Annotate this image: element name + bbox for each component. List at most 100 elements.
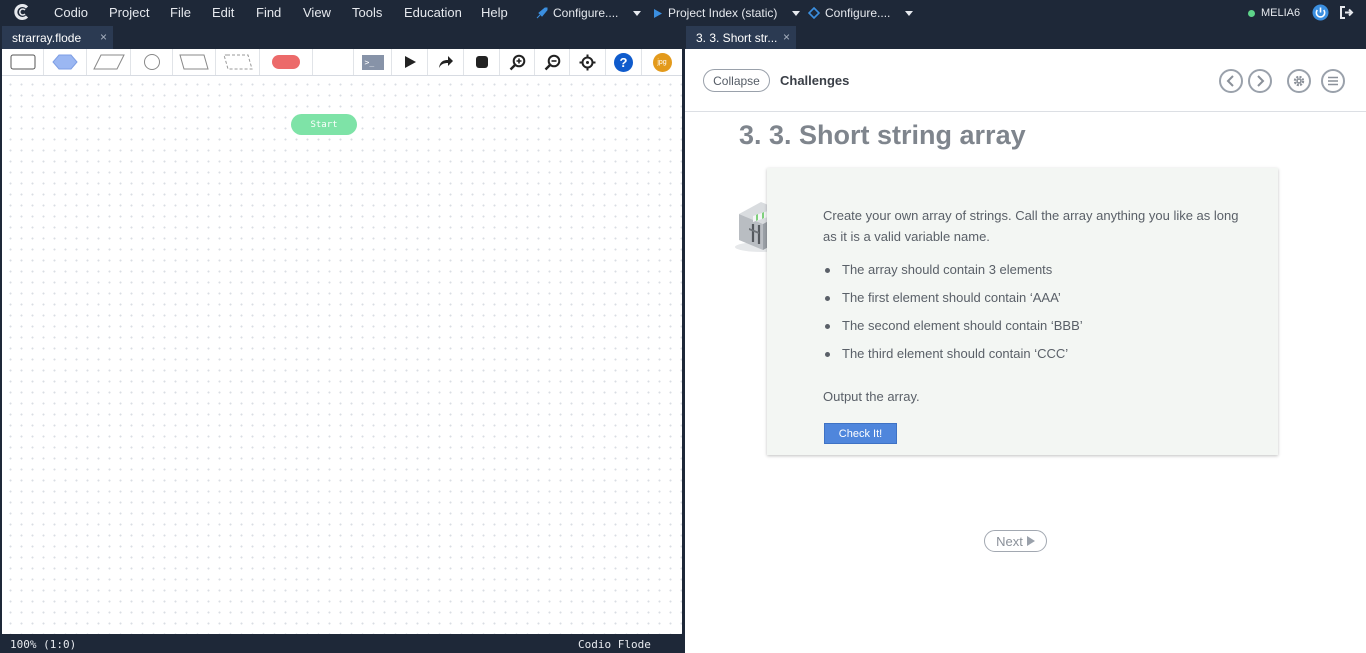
guide-tab-bar: 3. 3. Short str... × [685, 26, 1366, 49]
codio-logo-icon[interactable] [14, 4, 30, 20]
next-button[interactable]: Next [984, 530, 1047, 552]
tab-short-string-array[interactable]: 3. 3. Short str... × [686, 26, 796, 49]
username: MELIA6 [1261, 7, 1301, 19]
project-index-dropdown[interactable]: Project Index (static) [653, 6, 801, 20]
step-icon [438, 56, 453, 68]
next-label: Next [996, 533, 1023, 549]
collapse-button[interactable]: Collapse [703, 69, 770, 92]
challenge-intro: Create your own array of strings. Call t… [823, 208, 1239, 244]
rectangle-shape-icon [10, 54, 35, 70]
check-it-button[interactable]: Check It! [824, 423, 897, 444]
list-item: The array should contain 3 elements [825, 261, 1083, 289]
parallelogram-shape-icon [92, 54, 125, 70]
menu-file[interactable]: File [170, 5, 191, 20]
close-icon[interactable]: × [783, 30, 790, 44]
logout-icon[interactable] [1339, 5, 1354, 20]
stop-icon [475, 56, 488, 68]
configure-run-label: Configure.... [553, 6, 619, 20]
dashed-shape-button[interactable] [216, 49, 260, 75]
help-glyph: ? [619, 54, 628, 70]
stop-button[interactable] [464, 49, 500, 75]
trapezoid-shape-button[interactable] [173, 49, 216, 75]
zoom-status: 100% (1:0) [10, 638, 77, 651]
chevron-right-icon [1257, 75, 1265, 87]
page-title: 3. 3. Short string array [739, 120, 1026, 150]
menu-view[interactable]: View [303, 5, 331, 20]
terminal-shape-icon [272, 55, 300, 69]
play-icon [654, 8, 662, 18]
chevron-down-icon [633, 10, 642, 16]
project-index-label: Project Index (static) [668, 6, 778, 20]
menu-help[interactable]: Help [481, 5, 508, 20]
next-page-button[interactable] [1248, 69, 1272, 93]
configure-preview-label: Configure.... [825, 6, 891, 20]
run-button[interactable] [392, 49, 428, 75]
close-icon[interactable]: × [100, 30, 107, 44]
run-icon [404, 56, 416, 68]
editor-tab-bar: strarray.flode × [0, 26, 683, 49]
console-button[interactable]: >_ [353, 49, 392, 75]
terminal-shape-button[interactable] [260, 49, 313, 75]
flode-toolbar: >_ ? jpg [2, 49, 682, 76]
zoom-in-button[interactable] [500, 49, 535, 75]
jpg-label: jpg [657, 58, 667, 66]
export-jpg-icon: jpg [652, 52, 672, 72]
tab-strarray-flode[interactable]: strarray.flode × [2, 26, 113, 49]
help-button[interactable]: ? [606, 49, 642, 75]
guide-header: Collapse Challenges [685, 49, 1366, 112]
menu-education[interactable]: Education [404, 5, 462, 20]
zoom-out-button[interactable] [535, 49, 570, 75]
circle-shape-icon [143, 54, 160, 70]
flode-editor-pane: strarray.flode × >_ ? jpg Start 100% (1:… [0, 26, 683, 653]
center-icon [579, 54, 596, 70]
settings-button[interactable] [1287, 69, 1311, 93]
menu-project[interactable]: Project [109, 5, 149, 20]
menu-codio[interactable]: Codio [54, 5, 88, 20]
center-view-button[interactable] [570, 49, 606, 75]
circle-shape-button[interactable] [131, 49, 173, 75]
menu-tools[interactable]: Tools [352, 5, 382, 20]
flode-canvas[interactable]: Start [2, 76, 682, 634]
console-icon: >_ [361, 54, 384, 70]
parallelogram-shape-button[interactable] [87, 49, 131, 75]
export-jpg-button[interactable]: jpg [642, 49, 682, 75]
configure-preview-dropdown[interactable]: Configure.... [808, 6, 914, 20]
start-node[interactable]: Start [291, 114, 357, 135]
zoom-out-icon [544, 54, 560, 70]
tab-label: strarray.flode [12, 30, 82, 45]
chevron-left-icon [1226, 75, 1234, 87]
menu-find[interactable]: Find [256, 5, 281, 20]
list-item: The third element should contain ‘CCC’ [825, 345, 1083, 373]
decision-shape-icon [52, 54, 78, 70]
menu-button[interactable] [1321, 69, 1345, 93]
user-status[interactable]: MELIA6 [1248, 7, 1300, 19]
tab-label: 3. 3. Short str... [696, 30, 778, 45]
list-item: The second element should contain ‘BBB’ [825, 317, 1083, 345]
console-glyph: >_ [364, 57, 375, 67]
play-icon [1026, 536, 1035, 546]
power-icon[interactable] [1312, 4, 1329, 21]
prev-page-button[interactable] [1219, 69, 1243, 93]
configure-run-dropdown[interactable]: Configure.... [535, 6, 642, 20]
hamburger-icon [1328, 76, 1338, 86]
editor-status-bar: 100% (1:0) Codio Flode [0, 635, 683, 653]
zoom-in-icon [509, 54, 525, 70]
list-item: The first element should contain ‘AAA’ [825, 289, 1083, 317]
menu-edit[interactable]: Edit [212, 5, 234, 20]
chevron-down-icon [905, 10, 914, 16]
chevron-down-icon [792, 10, 801, 16]
step-button[interactable] [428, 49, 464, 75]
guide-pane: 3. 3. Short str... × Collapse Challenges… [685, 26, 1366, 653]
decision-shape-button[interactable] [44, 49, 87, 75]
guide-header-title: Challenges [780, 73, 850, 88]
online-status-icon [1248, 9, 1255, 17]
editor-name-status: Codio Flode [578, 638, 651, 651]
help-icon: ? [614, 52, 633, 72]
dashed-shape-icon [222, 54, 253, 70]
output-instruction: Output the array. [823, 389, 920, 404]
rectangle-shape-button[interactable] [2, 49, 44, 75]
gear-icon [1293, 75, 1305, 87]
challenge-card: Create your own array of strings. Call t… [767, 168, 1278, 455]
rocket-icon [536, 7, 548, 18]
